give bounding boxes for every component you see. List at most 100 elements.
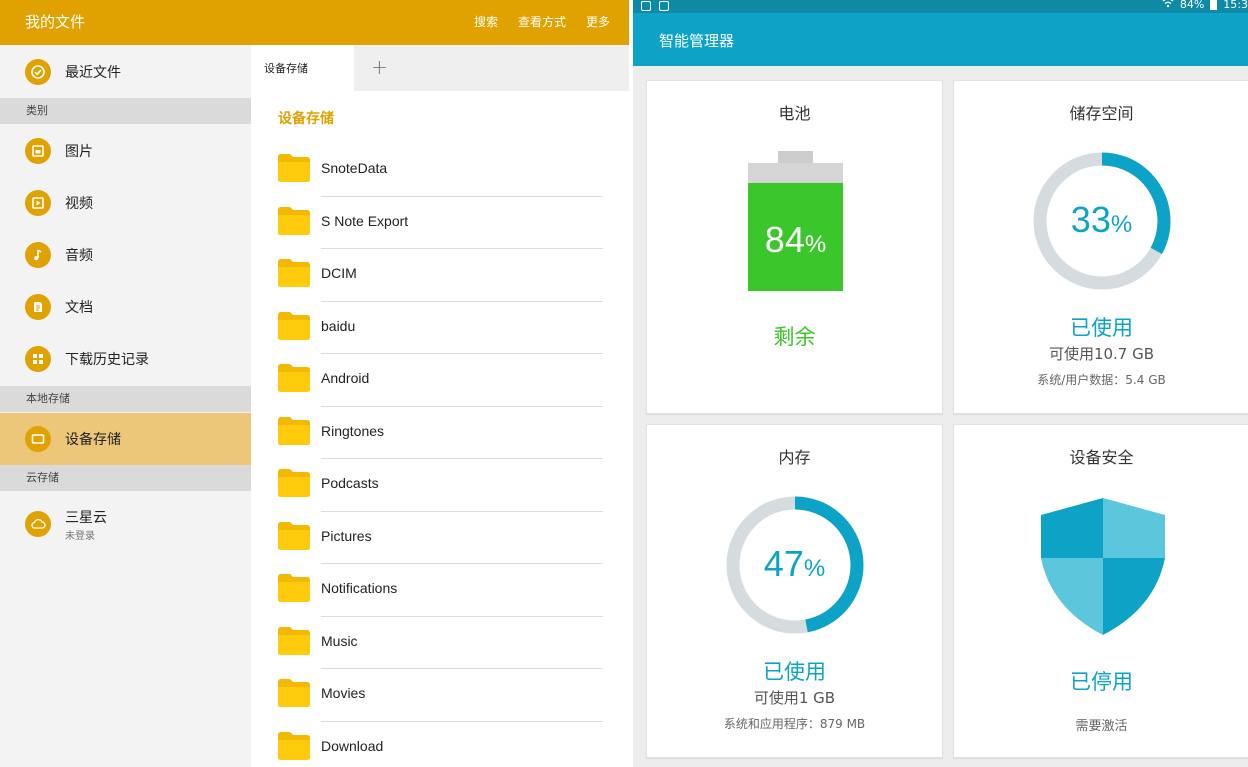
- section-header-cloud-storage: 云存储: [0, 465, 251, 491]
- folder-icon: [278, 731, 310, 760]
- folder-row[interactable]: baidu: [251, 302, 629, 354]
- sidebar-item-audio[interactable]: 音频: [0, 229, 251, 281]
- folder-icon: [278, 206, 310, 235]
- folder-row[interactable]: Music: [251, 617, 629, 669]
- files-app-title: 我的文件: [25, 13, 86, 31]
- memory-percent-value: 47: [763, 543, 804, 584]
- tab-bar: 设备存储 +: [251, 45, 629, 91]
- view-mode-action[interactable]: 查看方式: [518, 13, 566, 30]
- cloud-login-status: 未登录: [65, 531, 95, 542]
- folder-icon: [278, 416, 310, 445]
- sidebar-item-label: 视频: [65, 196, 93, 212]
- status-bar: 84% 15:3: [633, 0, 1248, 13]
- folder-row[interactable]: Download: [251, 722, 629, 767]
- memory-status-label: 已使用: [763, 660, 826, 684]
- image-icon: [25, 138, 51, 164]
- notification-icon: [659, 1, 669, 11]
- status-notification-icons: [641, 0, 669, 11]
- sidebar-item-download-history[interactable]: 下载历史记录: [0, 333, 251, 385]
- folder-name: Notifications: [321, 580, 398, 596]
- sidebar-item-label: 下载历史记录: [65, 352, 149, 368]
- folder-name: DCIM: [321, 265, 357, 281]
- memory-percent-unit: %: [803, 555, 826, 582]
- sidebar-item-samsung-cloud[interactable]: 三星云 未登录: [0, 497, 251, 547]
- folder-name: Ringtones: [321, 422, 385, 439]
- memory-available: 可使用1 GB: [753, 689, 836, 707]
- folder-name: Pictures: [321, 527, 372, 544]
- sidebar-item-images[interactable]: 图片: [0, 125, 251, 177]
- folder-icon: [278, 259, 310, 287]
- sidebar-item-label: 最近文件: [65, 65, 121, 81]
- folder-row[interactable]: S Note Export: [251, 197, 629, 249]
- folder-row[interactable]: Movies: [251, 669, 629, 722]
- video-icon: [25, 190, 51, 216]
- smart-manager-app: 84% 15:3 智能管理器 电池 84% 剩余 储存空间 33% 已使用 可使…: [633, 0, 1248, 767]
- folder-row[interactable]: Notifications: [251, 564, 629, 617]
- clock-icon: [25, 59, 51, 85]
- folder-row[interactable]: DCIM: [251, 249, 629, 302]
- folder-icon: [278, 679, 310, 707]
- my-files-app: 我的文件 搜索 查看方式 更多 最近文件 类别 图片 视频 音频 文档 下载历史…: [0, 0, 629, 767]
- music-note-icon: [25, 242, 51, 268]
- notification-icon: [641, 1, 651, 11]
- battery-body: 84%: [748, 163, 843, 291]
- smart-manager-title: 智能管理器: [659, 32, 735, 50]
- sidebar-item-documents[interactable]: 文档: [0, 281, 251, 333]
- folder-icon: [278, 311, 310, 340]
- files-header-actions: 搜索 查看方式 更多: [474, 13, 610, 30]
- sidebar-item-device-storage[interactable]: 设备存储: [0, 413, 251, 465]
- battery-cap: [778, 151, 813, 163]
- storage-percent-unit: %: [1110, 211, 1133, 238]
- folder-row[interactable]: Android: [251, 354, 629, 407]
- storage-status-label: 已使用: [1070, 316, 1133, 340]
- add-tab-button[interactable]: +: [371, 55, 388, 79]
- sidebar-item-label: 图片: [65, 144, 93, 160]
- shield-quadrant: [1103, 558, 1165, 635]
- battery-card[interactable]: 电池 84% 剩余: [646, 80, 943, 414]
- battery-percent-value: 84: [764, 219, 805, 260]
- breadcrumb: 设备存储: [278, 111, 334, 127]
- folder-row[interactable]: Pictures: [251, 512, 629, 564]
- battery-status-label: 剩余: [773, 325, 816, 349]
- folder-icon: [278, 626, 310, 655]
- folder-icon: [278, 574, 310, 602]
- battery-icon: 84%: [748, 151, 843, 291]
- battery-status-icon: [1210, 0, 1218, 10]
- folder-name: S Note Export: [321, 212, 409, 229]
- folder-row[interactable]: Podcasts: [251, 459, 629, 512]
- battery-title: 电池: [778, 104, 811, 123]
- sidebar-item-recent[interactable]: 最近文件: [0, 46, 251, 98]
- shield-quadrant: [1041, 498, 1103, 558]
- memory-card[interactable]: 内存 47% 已使用 可使用1 GB 系统和应用程序：879 MB: [646, 424, 943, 758]
- security-card[interactable]: 设备安全 已停用 需要激活: [953, 424, 1248, 758]
- storage-detail: 系统/用户数据：5.4 GB: [1037, 373, 1166, 387]
- search-action[interactable]: 搜索: [474, 13, 498, 30]
- folder-icon: [278, 469, 310, 497]
- folder-name: Music: [321, 632, 358, 649]
- folder-name: SnoteData: [321, 160, 388, 176]
- download-grid-icon: [25, 346, 51, 372]
- storage-percent: 33%: [954, 199, 1248, 241]
- security-title: 设备安全: [1069, 448, 1134, 467]
- folder-icon: [278, 521, 310, 550]
- folder-icon: [278, 364, 310, 392]
- sidebar-item-label: 文档: [65, 300, 93, 316]
- device-icon: [25, 426, 51, 452]
- folder-name: Android: [321, 370, 370, 386]
- sidebar-item-label: 三星云: [65, 510, 107, 526]
- folder-row[interactable]: Ringtones: [251, 407, 629, 459]
- document-icon: [25, 294, 51, 320]
- folder-row[interactable]: SnoteData: [251, 144, 629, 197]
- shield-icon: [1041, 498, 1165, 635]
- more-action[interactable]: 更多: [586, 13, 610, 30]
- wifi-icon: [1162, 0, 1174, 11]
- sidebar-item-video[interactable]: 视频: [0, 177, 251, 229]
- section-header-categories: 类别: [0, 98, 251, 124]
- files-sidebar: 最近文件 类别 图片 视频 音频 文档 下载历史记录 本地存储 设备存储 云存储…: [0, 45, 251, 767]
- tab-device-storage[interactable]: 设备存储: [251, 45, 354, 91]
- memory-detail: 系统和应用程序：879 MB: [723, 717, 866, 731]
- storage-percent-value: 33: [1070, 199, 1111, 240]
- folder-name: Download: [321, 737, 384, 754]
- storage-card[interactable]: 储存空间 33% 已使用 可使用10.7 GB 系统/用户数据：5.4 GB: [953, 80, 1248, 414]
- memory-percent: 47%: [647, 543, 942, 585]
